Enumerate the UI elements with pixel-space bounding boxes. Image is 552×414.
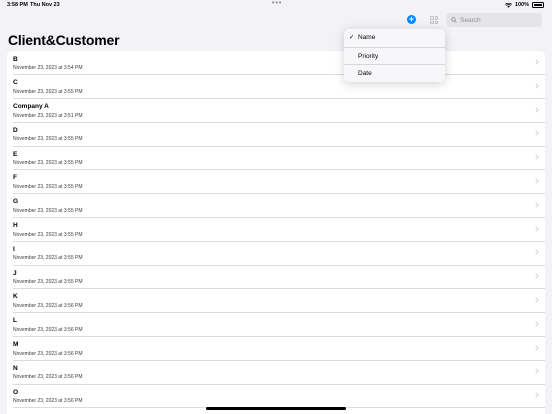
client-list: B November 23, 2023 at 3:54 PM C Novembe… [7, 51, 545, 414]
wifi-icon [504, 2, 512, 8]
list-item-date: November 23, 2023 at 3:56 PM [13, 398, 83, 405]
list-item-title: F [13, 174, 17, 182]
search-field[interactable] [446, 13, 542, 27]
chevron-right-icon [535, 344, 539, 351]
checkmark-icon: ✓ [349, 34, 355, 41]
chevron-right-icon [535, 178, 539, 184]
chevron-right-icon [535, 59, 539, 65]
status-date: Thu Nov 23 [30, 2, 60, 8]
chevron-right-icon [535, 392, 539, 398]
list-item-title: J [13, 269, 17, 277]
list-item[interactable]: C November 23, 2023 at 3:55 PM [7, 75, 545, 99]
sort-option-label: Date [358, 70, 372, 78]
list-item[interactable]: N November 23, 2023 at 3:56 PM [7, 360, 545, 384]
list-item-title: D [13, 126, 18, 134]
list-item[interactable]: O November 23, 2023 at 3:56 PM [7, 384, 545, 408]
list-item[interactable]: L November 23, 2023 at 3:56 PM [7, 313, 545, 337]
list-item-date: November 23, 2023 at 3:54 PM [13, 65, 83, 71]
status-time: 3:58 PM [7, 2, 28, 8]
list-item[interactable]: G November 23, 2023 at 3:55 PM [7, 194, 545, 218]
list-item-title: C [13, 79, 18, 87]
page-title: Client&Customer [8, 32, 120, 48]
list-item-title: E [13, 150, 18, 158]
list-item-date: November 23, 2023 at 3:55 PM [13, 88, 83, 95]
chevron-right-icon [535, 106, 539, 113]
list-item[interactable]: H November 23, 2023 at 3:55 PM [7, 218, 545, 242]
sort-menu: ✓ Name Priority Date [344, 29, 445, 82]
list-item[interactable]: M November 23, 2023 at 3:56 PM [7, 337, 545, 361]
grid-view-button[interactable] [430, 16, 438, 24]
list-item-date: November 23, 2023 at 3:55 PM [13, 231, 83, 238]
chevron-right-icon [535, 202, 539, 208]
chevron-right-icon [535, 225, 539, 232]
battery-icon [532, 2, 544, 8]
list-item[interactable]: E November 23, 2023 at 3:55 PM [7, 146, 545, 170]
list-item[interactable]: D November 23, 2023 at 3:55 PM [7, 122, 545, 146]
list-item-title: G [13, 198, 19, 206]
chevron-right-icon [535, 321, 539, 327]
list-item-title: H [13, 222, 18, 230]
battery-percent: 100% [514, 2, 529, 8]
list-item[interactable]: Company A November 23, 2023 at 3:51 PM [7, 99, 545, 123]
list-item-title: B [13, 55, 18, 63]
list-item-date: November 23, 2023 at 3:56 PM [13, 302, 83, 309]
list-item-date: November 23, 2023 at 3:56 PM [13, 350, 83, 357]
chevron-right-icon [535, 83, 539, 89]
multitasking-dots[interactable]: ••• [272, 0, 282, 7]
list-item-title: N [13, 364, 18, 372]
sort-option-label: Priority [358, 52, 379, 60]
list-item-title: Company A [13, 103, 49, 111]
list-item-date: November 23, 2023 at 3:55 PM [13, 183, 83, 190]
plus-circle-icon: + [408, 14, 415, 24]
sort-option-label: Name [358, 34, 376, 41]
list-item-date: November 23, 2023 at 3:51 PM [13, 112, 83, 119]
status-bar: 3:58 PM Thu Nov 23 ••• 100% [0, 0, 552, 10]
chevron-right-icon [535, 249, 539, 256]
sort-option-date[interactable]: Date [344, 64, 445, 82]
add-button[interactable]: + [407, 15, 416, 24]
list-item[interactable]: J November 23, 2023 at 3:55 PM [7, 265, 545, 289]
list-item[interactable]: F November 23, 2023 at 3:55 PM [7, 170, 545, 194]
list-item-title: O [13, 388, 19, 396]
sort-option-name[interactable]: ✓ Name [344, 29, 445, 47]
list-item-date: November 23, 2023 at 3:55 PM [13, 207, 83, 214]
search-input[interactable] [460, 16, 530, 24]
list-item-date: November 23, 2023 at 3:56 PM [13, 374, 83, 381]
list-item[interactable]: K November 23, 2023 at 3:56 PM [7, 289, 545, 313]
list-item[interactable]: B November 23, 2023 at 3:54 PM [7, 51, 545, 75]
list-item-title: M [13, 341, 19, 349]
search-icon [451, 17, 457, 23]
chevron-right-icon [535, 273, 539, 279]
chevron-right-icon [535, 297, 539, 303]
sort-option-priority[interactable]: Priority [344, 46, 445, 65]
list-item-date: November 23, 2023 at 3:55 PM [13, 279, 83, 286]
list-item-date: November 23, 2023 at 3:55 PM [13, 160, 83, 167]
list-item-date: November 23, 2023 at 3:55 PM [13, 136, 83, 143]
list-item-date: November 23, 2023 at 3:56 PM [13, 326, 83, 333]
list-item-title: L [13, 317, 17, 325]
status-right: 100% [504, 2, 544, 8]
chevron-right-icon [535, 154, 539, 160]
list-item-date: November 23, 2023 at 3:55 PM [13, 255, 83, 262]
list-item[interactable]: I November 23, 2023 at 3:55 PM [7, 241, 545, 265]
list-item-title: K [13, 293, 18, 301]
chevron-right-icon [535, 130, 539, 137]
chevron-right-icon [535, 368, 539, 375]
list-item-title: I [13, 245, 15, 253]
home-indicator[interactable] [206, 407, 346, 410]
grid-icon [430, 16, 434, 20]
